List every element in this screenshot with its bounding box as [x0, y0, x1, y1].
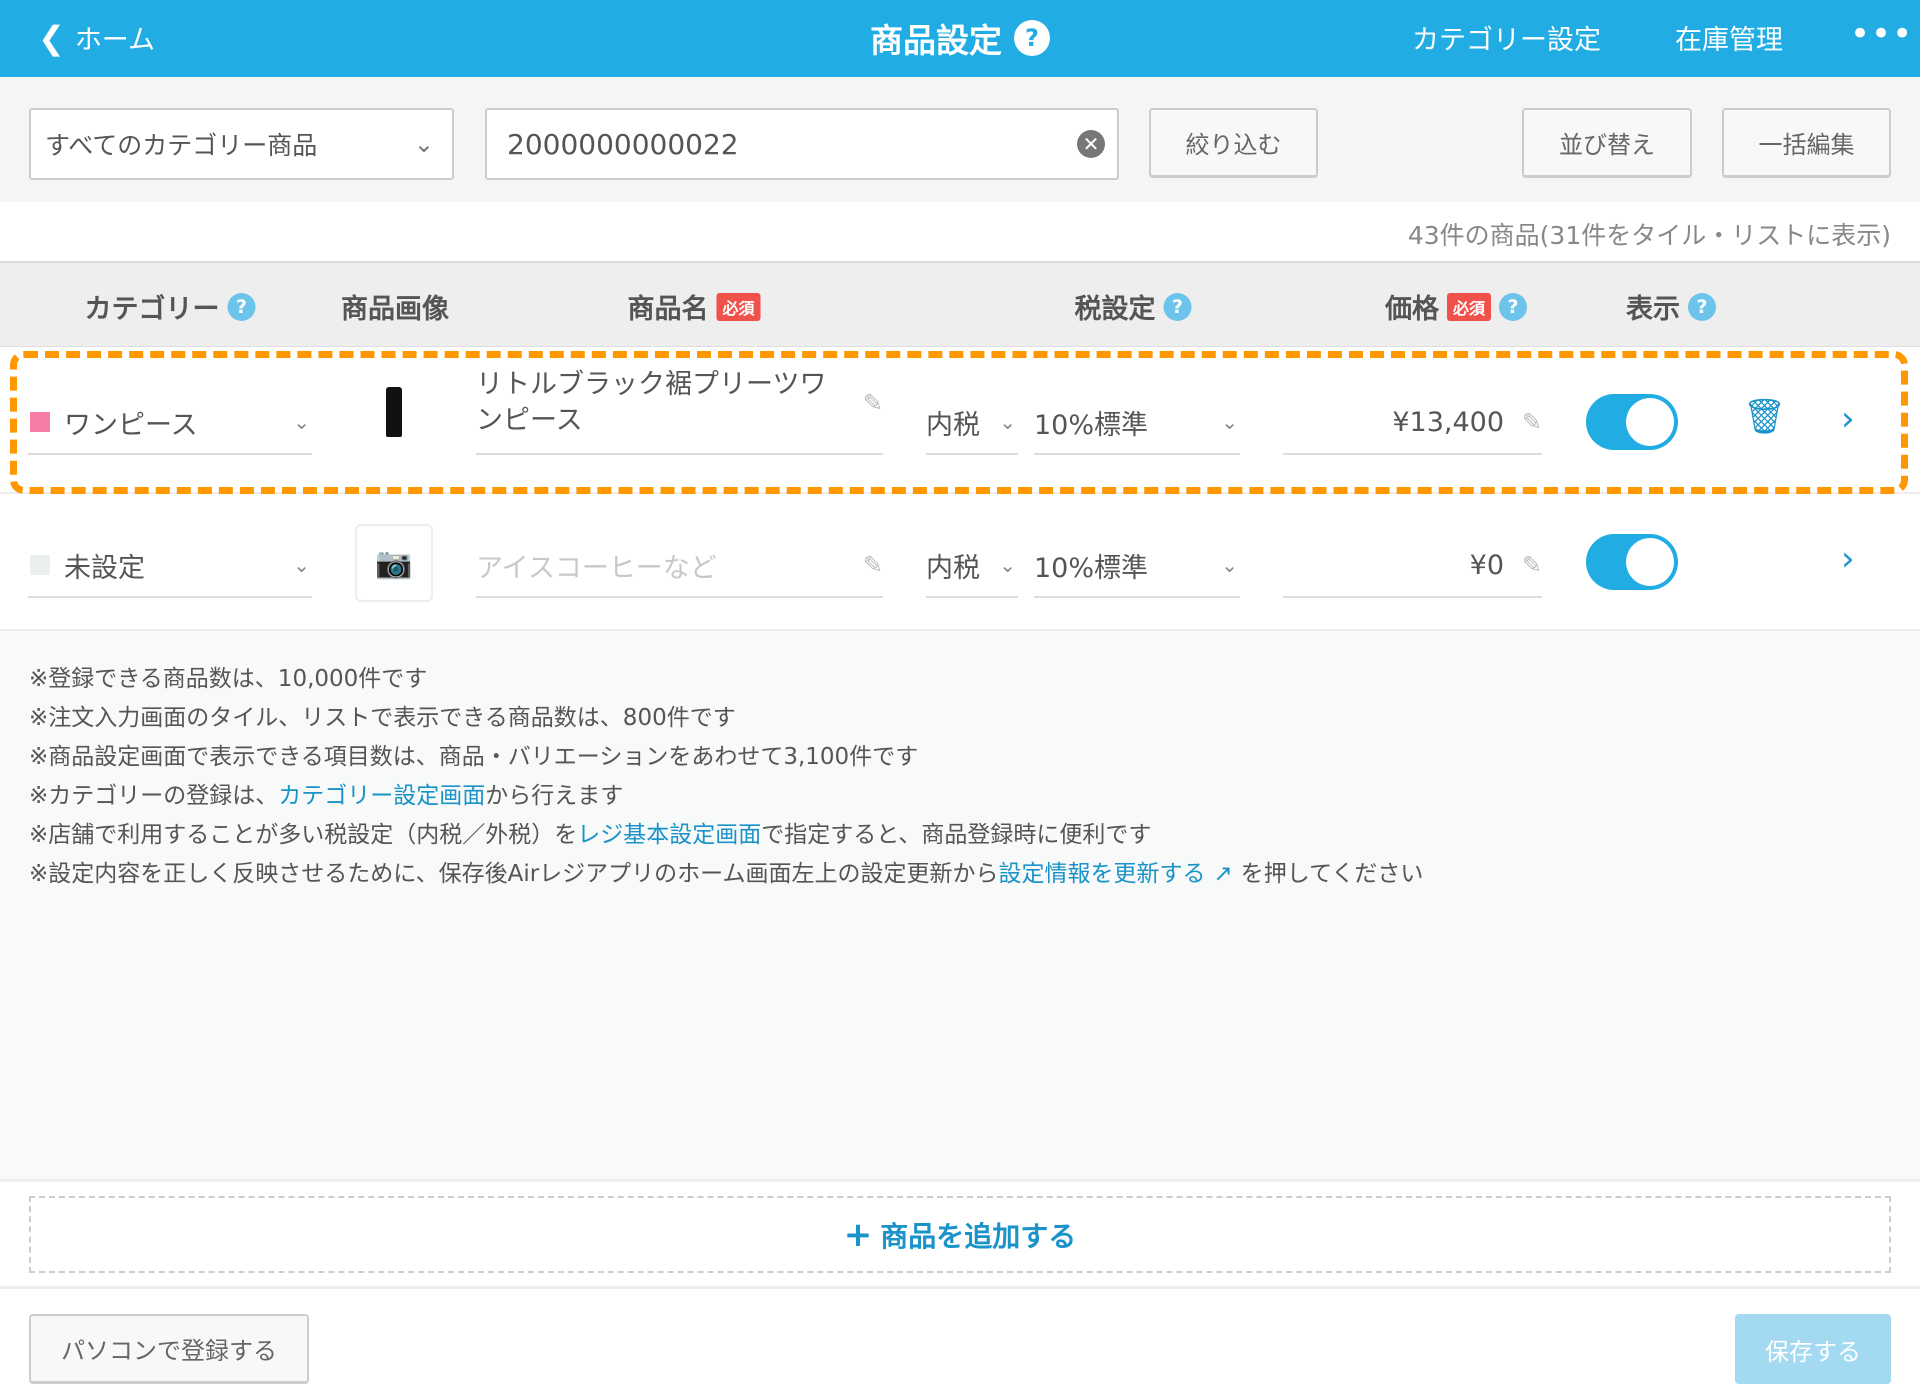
external-link-icon: ↗	[1213, 861, 1233, 887]
col-image: 商品画像	[341, 294, 449, 325]
add-image-button[interactable]: 📷	[355, 524, 433, 602]
help-icon[interactable]: ?	[227, 292, 256, 321]
tax-rate-select[interactable]: 10%標準 ⌄	[1034, 534, 1240, 598]
table-row: 未設定 ⌄ 📷 アイスコーヒーなど ✎ 内税 ⌄ 10%標準 ⌄ ¥0 ✎ ›	[0, 494, 1920, 631]
toolbar: すべてのカテゴリー商品 ⌄ 2000000000022 ✕ 絞り込む 並び替え 一括…	[0, 77, 1920, 202]
bulk-edit-button[interactable]: 一括編集	[1722, 108, 1891, 178]
help-icon[interactable]: ?	[1014, 20, 1050, 56]
highlight-outline	[10, 351, 1908, 494]
chevron-right-icon[interactable]: ›	[1841, 539, 1855, 579]
col-display: 表示?	[1626, 287, 1716, 326]
tax-type-select[interactable]: 内税 ⌄	[926, 534, 1018, 598]
save-button[interactable]: 保存する	[1735, 1314, 1891, 1384]
camera-icon: 📷	[375, 545, 413, 581]
nav-inventory[interactable]: 在庫管理	[1675, 18, 1783, 57]
product-count: 43件の商品(31件をタイル・リストに表示)	[0, 202, 1920, 261]
register-on-pc-button[interactable]: パソコンで登録する	[29, 1314, 309, 1384]
notes: ※登録できる商品数は、10,000件です ※注文入力画面のタイル、リストで表示で…	[29, 666, 1424, 887]
app-header: ❮ ホーム 商品設定? カテゴリー設定 在庫管理 •••	[0, 0, 1920, 77]
help-icon[interactable]: ?	[1499, 292, 1528, 321]
help-icon[interactable]: ?	[1688, 292, 1716, 321]
more-icon[interactable]: •••	[1850, 14, 1913, 54]
chevron-down-icon: ⌄	[293, 553, 310, 577]
col-price: 価格 必須?	[1385, 287, 1528, 326]
update-settings-link[interactable]: 設定情報を更新する	[998, 861, 1205, 887]
chevron-down-icon: ⌄	[413, 130, 434, 158]
product-name-field[interactable]: アイスコーヒーなど ✎	[476, 534, 883, 598]
register-settings-link[interactable]: レジ基本設定画面	[577, 822, 761, 848]
table-header: カテゴリー? 商品画像 商品名 必須 税設定? 価格 必須? 表示?	[0, 261, 1920, 347]
col-tax: 税設定?	[1075, 287, 1192, 326]
category-color-swatch	[30, 555, 50, 575]
col-name: 商品名 必須	[627, 287, 761, 326]
col-category: カテゴリー?	[85, 287, 256, 326]
required-badge: 必須	[716, 292, 761, 321]
help-icon[interactable]: ?	[1163, 292, 1192, 321]
footer: パソコンで登録する 保存する	[0, 1286, 1920, 1400]
display-toggle[interactable]	[1586, 534, 1678, 590]
search-input[interactable]: 2000000000022 ✕	[485, 108, 1119, 180]
chevron-down-icon: ⌄	[1221, 553, 1238, 577]
category-select[interactable]: 未設定 ⌄	[28, 534, 312, 598]
filter-button[interactable]: 絞り込む	[1149, 108, 1318, 178]
pencil-icon: ✎	[862, 551, 883, 579]
plus-icon: +	[843, 1214, 873, 1255]
required-badge: 必須	[1446, 292, 1492, 321]
nav-category-settings[interactable]: カテゴリー設定	[1412, 18, 1601, 57]
category-select[interactable]: すべてのカテゴリー商品 ⌄	[29, 108, 454, 180]
category-settings-link[interactable]: カテゴリー設定画面	[278, 783, 485, 809]
pencil-icon: ✎	[1521, 551, 1542, 579]
chevron-down-icon: ⌄	[999, 553, 1016, 577]
price-field[interactable]: ¥0 ✎	[1283, 534, 1542, 598]
clear-icon[interactable]: ✕	[1077, 130, 1105, 158]
add-product-button[interactable]: + 商品を追加する	[29, 1196, 1891, 1273]
sort-button[interactable]: 並び替え	[1522, 108, 1692, 178]
page-title: 商品設定?	[0, 14, 1920, 62]
